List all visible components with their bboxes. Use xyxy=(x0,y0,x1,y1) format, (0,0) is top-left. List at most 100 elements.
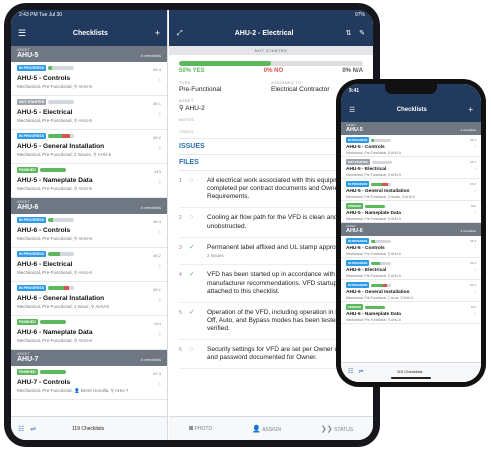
checklist-row[interactable]: NOT STARTED #5.1 › AHU-5 - Electrical Mechan… xyxy=(11,96,167,130)
chevron-right-icon: › xyxy=(474,210,476,216)
row-progress-bar xyxy=(371,160,392,164)
row-progress-green xyxy=(47,134,63,138)
row-progress-green xyxy=(47,218,54,222)
row-status-line: IN PROGRESS xyxy=(346,137,476,143)
share-icon[interactable]: ⇅ xyxy=(346,30,352,37)
checklist-row[interactable]: FINISHED #14 › AHU-6 - Nameplate Data Mechan… xyxy=(11,316,167,350)
row-progress-bar xyxy=(47,252,74,256)
row-number: #6.1 xyxy=(153,287,161,292)
checklist-row[interactable]: IN PROGRESS #6.3 › AHU-6 - Controls Mechanic… xyxy=(341,236,481,258)
row-progress-bar xyxy=(365,204,386,208)
chevron-right-icon: › xyxy=(158,331,161,338)
checklist-row[interactable]: FINISHED #13 › AHU-5 - Nameplate Data Mechan… xyxy=(341,201,481,223)
photo-button[interactable]: ◙ PHOTO xyxy=(189,425,212,432)
row-progress-green xyxy=(39,168,66,172)
menu-icon[interactable]: ☰ xyxy=(18,28,26,38)
row-title: AHU-6 - Electrical xyxy=(346,268,387,273)
phone-add-button[interactable]: + xyxy=(468,106,473,114)
row-subtitle: Mechanical, Pre-Functional, 2 Issues, ⚲ … xyxy=(17,151,112,157)
row-progress-bar xyxy=(39,168,66,172)
row-progress-bar xyxy=(371,261,392,265)
row-progress-bar xyxy=(47,218,74,222)
asset-group-count: 4 checklists xyxy=(140,357,161,362)
row-title: AHU-5 - General Installation xyxy=(346,189,410,194)
row-title: AHU-5 - Nameplate Data xyxy=(346,211,401,216)
asset-group-prefix: ASSET xyxy=(17,200,30,204)
checklist-row[interactable]: IN PROGRESS #6.2 › AHU-6 - Electrical Mechan… xyxy=(11,248,167,282)
row-subtitle: Mechanical, Pre-Functional, ⚲ AHU-6 xyxy=(346,274,401,278)
row-progress-green xyxy=(39,320,66,324)
checklist-row[interactable]: FINISHED #14 › AHU-6 - Nameplate Data Mechan… xyxy=(341,302,481,324)
phone-time: 9:41 xyxy=(349,88,360,94)
status-badge: IN PROGRESS xyxy=(346,137,370,143)
row-title: AHU-5 - Electrical xyxy=(346,167,387,172)
status-badge: IN PROGRESS xyxy=(346,181,370,187)
row-title: AHU-6 - Nameplate Data xyxy=(346,312,401,317)
empty-circle-icon[interactable]: ○ xyxy=(189,214,193,223)
phone-nav-row: ☰ Checklists + xyxy=(349,106,473,114)
type-field: TYPE Pre-Functional xyxy=(179,80,271,93)
checklist-row[interactable]: IN PROGRESS #6.3 › AHU-6 - Controls Mechanic… xyxy=(11,214,167,248)
row-status-line: IN PROGRESS xyxy=(17,217,161,224)
row-status-line: IN PROGRESS xyxy=(346,181,476,187)
type-label: TYPE xyxy=(179,80,191,85)
checkmark-icon[interactable]: ✓ xyxy=(189,244,195,253)
chevron-right-icon: › xyxy=(474,144,476,150)
checklist-row[interactable]: NOT STARTED #5.1 › AHU-5 - Electrical Mechan… xyxy=(341,157,481,179)
checklist-row[interactable]: IN PROGRESS #6.1 › AHU-6 - General Installa… xyxy=(341,280,481,302)
checklist-row[interactable]: IN PROGRESS #5.3 › AHU-5 - Controls Mechanic… xyxy=(341,135,481,157)
row-status-line: IN PROGRESS xyxy=(17,133,161,140)
row-status-line: IN PROGRESS xyxy=(346,260,476,266)
checklist-row[interactable]: IN PROGRESS #5.3 › AHU-5 - Controls Mechanic… xyxy=(11,62,167,96)
checkmark-icon[interactable]: ✓ xyxy=(189,271,195,280)
checklist-row[interactable]: IN PROGRESS #6.2 › AHU-6 - Electrical Mechan… xyxy=(341,258,481,280)
list-view-icon[interactable]: ☷ xyxy=(18,425,24,433)
meta-row: TYPE Pre-Functional ASSIGNED TO Electric… xyxy=(179,80,363,93)
row-status-line: IN PROGRESS xyxy=(17,285,161,292)
row-title: AHU-5 - Electrical xyxy=(17,108,73,116)
asset-group-header: ASSET AHU-6 4 checklists xyxy=(341,223,481,236)
status-button[interactable]: ❯❯ STATUS xyxy=(321,425,353,433)
row-subtitle: Mechanical, Pre-Functional, 👤 Brent Horn… xyxy=(17,387,129,393)
checklist-list: ASSET AHU-5 4 checklists IN PROGRESS #5.3 › AH… xyxy=(11,46,167,400)
checklist-row[interactable]: IN PROGRESS #5.2 › AHU-5 - General Installa… xyxy=(11,130,167,164)
phone-list-view-icon[interactable]: ☷ xyxy=(348,368,353,375)
assign-button[interactable]: 👤 ASSIGN xyxy=(252,425,281,433)
checkmark-icon[interactable]: ✓ xyxy=(189,309,195,318)
expand-icon[interactable]: ⤢ xyxy=(177,30,183,37)
empty-circle-icon[interactable]: ○ xyxy=(189,177,193,186)
checklist-row[interactable]: IN PROGRESS #5.2 › AHU-5 - General Installa… xyxy=(341,179,481,201)
asset-group-header: ASSET AHU-5 4 checklists xyxy=(11,46,167,62)
row-progress-bar xyxy=(47,134,74,138)
chevron-right-icon: › xyxy=(474,188,476,194)
checklist-row[interactable]: IN PROGRESS #6.1 › AHU-6 - General Installa… xyxy=(11,282,167,316)
phone-device: 9:41 ☰ Checklists + ASSET AHU-5 4 checklis… xyxy=(336,79,486,387)
edit-icon[interactable]: ✎ xyxy=(359,30,365,37)
chevron-right-icon: › xyxy=(158,111,161,118)
row-subtitle: Mechanical, Pre-Functional, ⚲ AHU-6 xyxy=(346,252,401,256)
chevron-right-icon: › xyxy=(474,267,476,273)
status-badge: FINISHED xyxy=(17,167,38,173)
row-number: #5.1 xyxy=(153,101,161,106)
progress-yes-fill xyxy=(179,61,271,66)
row-subtitle: Mechanical, Pre-Functional, ⚲ AHU-5 xyxy=(17,185,92,191)
asset-group-header: ASSET AHU-7 4 checklists xyxy=(11,350,167,366)
add-checklist-button[interactable]: + xyxy=(155,28,160,38)
yes-percent: 50% YES xyxy=(179,68,205,74)
empty-circle-icon[interactable]: ○ xyxy=(189,346,193,355)
chevron-right-icon: › xyxy=(158,145,161,152)
checklist-row[interactable]: FINISHED #7.3 › AHU-7 - Controls Mechanical,… xyxy=(11,366,167,400)
phone-menu-icon[interactable]: ☰ xyxy=(349,107,355,114)
status-badge: IN PROGRESS xyxy=(17,251,46,257)
row-subtitle: Mechanical, Pre-Functional, ⚲ AHU-6 xyxy=(17,337,92,343)
row-subtitle: Mechanical, Pre-Functional, ⚲ AHU-5 xyxy=(346,217,401,221)
row-status-line: NOT STARTED xyxy=(17,99,161,106)
asset-group-prefix: ASSET xyxy=(17,48,30,52)
detail-toolbar: ◙ PHOTO 👤 ASSIGN ❯❯ STATUS xyxy=(169,416,373,440)
status-badge: FINISHED xyxy=(346,203,364,209)
status-time: 2:43 PM Tue Jul 30 xyxy=(19,12,63,18)
row-progress-bar xyxy=(371,283,392,287)
checklist-sidebar: ☰ Checklists + ASSET AHU-5 4 checklists IN … xyxy=(11,10,168,440)
checklist-row[interactable]: FINISHED #13 › AHU-5 - Nameplate Data Mechan… xyxy=(11,164,167,198)
row-progress-green xyxy=(47,286,64,290)
